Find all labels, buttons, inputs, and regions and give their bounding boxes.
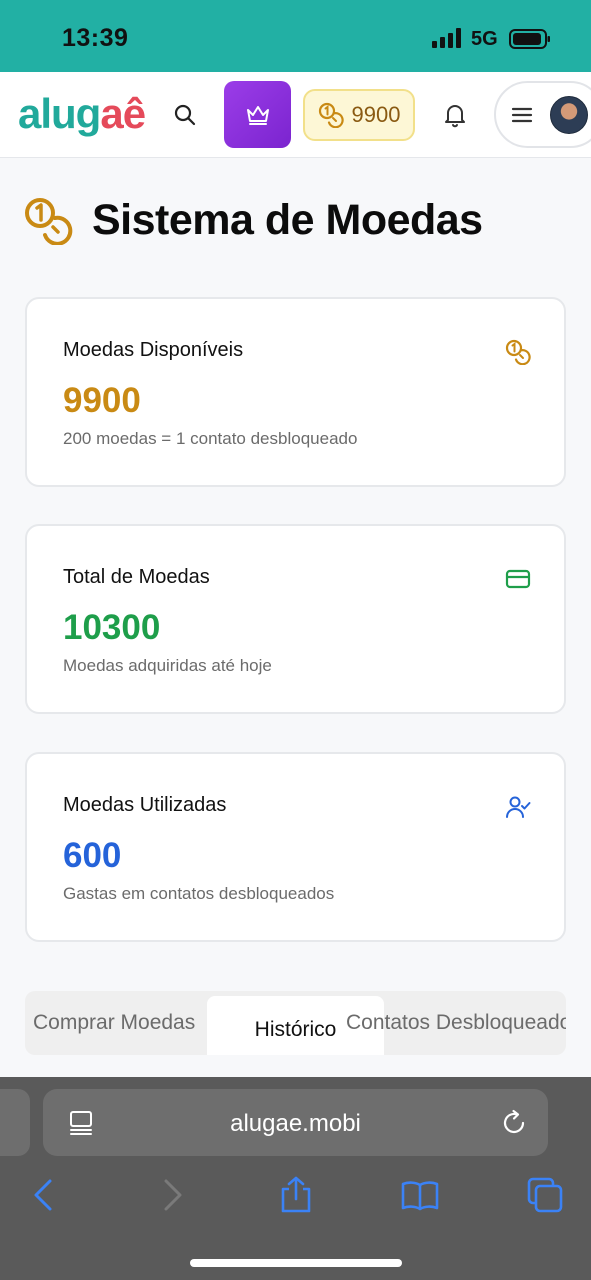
premium-button[interactable] (224, 81, 291, 148)
user-menu-button[interactable] (494, 81, 591, 148)
notifications-button[interactable] (436, 96, 474, 134)
reload-icon[interactable] (499, 1108, 529, 1138)
logo-text-main: alug (18, 90, 101, 137)
card-subtitle: 200 moedas = 1 contato desbloqueado (63, 429, 358, 448)
card-subtitle: Gastas em contatos desbloqueados (63, 884, 335, 903)
used-coins-card: Moedas Utilizadas 600 Gastas em contatos… (25, 752, 566, 942)
alugae-logo[interactable]: alugaê (18, 90, 146, 138)
card-label: Moedas Utilizadas (63, 794, 227, 816)
back-arrow-icon[interactable] (24, 1175, 64, 1215)
signal-icon (432, 28, 461, 48)
browser-toolbar: alugae.mobi (0, 1077, 591, 1280)
tab-contatos-desbloqueados[interactable]: Contatos Desbloqueados (346, 991, 566, 1055)
coins-balance-value: 9900 (351, 102, 401, 127)
card-label: Moedas Disponíveis (63, 339, 244, 361)
status-time: 13:39 (62, 24, 129, 52)
status-bar: 13:39 5G (0, 0, 591, 72)
url-text: alugae.mobi (230, 1110, 361, 1137)
coins-icon (505, 339, 531, 365)
card-subtitle: Moedas adquiridas até hoje (63, 656, 272, 675)
crown-icon (246, 105, 269, 125)
share-icon[interactable] (276, 1175, 316, 1215)
coins-tabs: Comprar Moedas Histórico Contatos Desblo… (25, 991, 566, 1055)
bookmarks-icon[interactable] (400, 1175, 440, 1215)
coins-icon (318, 102, 344, 128)
total-coins-card: Total de Moedas 10300 Moedas adquiridas … (25, 524, 566, 714)
available-coins-value: 9900 (63, 381, 141, 420)
used-coins-value: 600 (63, 836, 122, 875)
tab-comprar-moedas[interactable]: Comprar Moedas (33, 991, 195, 1055)
total-coins-value: 10300 (63, 608, 161, 647)
user-avatar (550, 96, 588, 134)
page-title: Sistema de Moedas (92, 196, 483, 244)
user-check-icon (506, 796, 531, 818)
hamburger-menu-icon (511, 107, 533, 123)
tabs-overview-icon[interactable] (525, 1175, 565, 1215)
forward-arrow-icon[interactable] (152, 1175, 192, 1215)
previous-tab-preview[interactable] (0, 1089, 30, 1156)
search-button[interactable] (166, 96, 204, 134)
app-header: alugaê 9900 (0, 72, 591, 158)
coins-balance-button[interactable]: 9900 (303, 89, 415, 141)
coins-icon (25, 198, 73, 245)
credit-card-icon (505, 569, 531, 589)
available-coins-card: Moedas Disponíveis 9900 200 moedas = 1 c… (25, 297, 566, 487)
network-type: 5G (471, 28, 498, 50)
battery-icon (509, 29, 550, 49)
card-label: Total de Moedas (63, 566, 210, 588)
logo-text-accent: aê (100, 90, 146, 137)
search-icon (174, 104, 196, 126)
bell-icon (445, 105, 465, 128)
home-indicator (190, 1259, 402, 1267)
address-bar[interactable]: alugae.mobi (43, 1089, 548, 1156)
